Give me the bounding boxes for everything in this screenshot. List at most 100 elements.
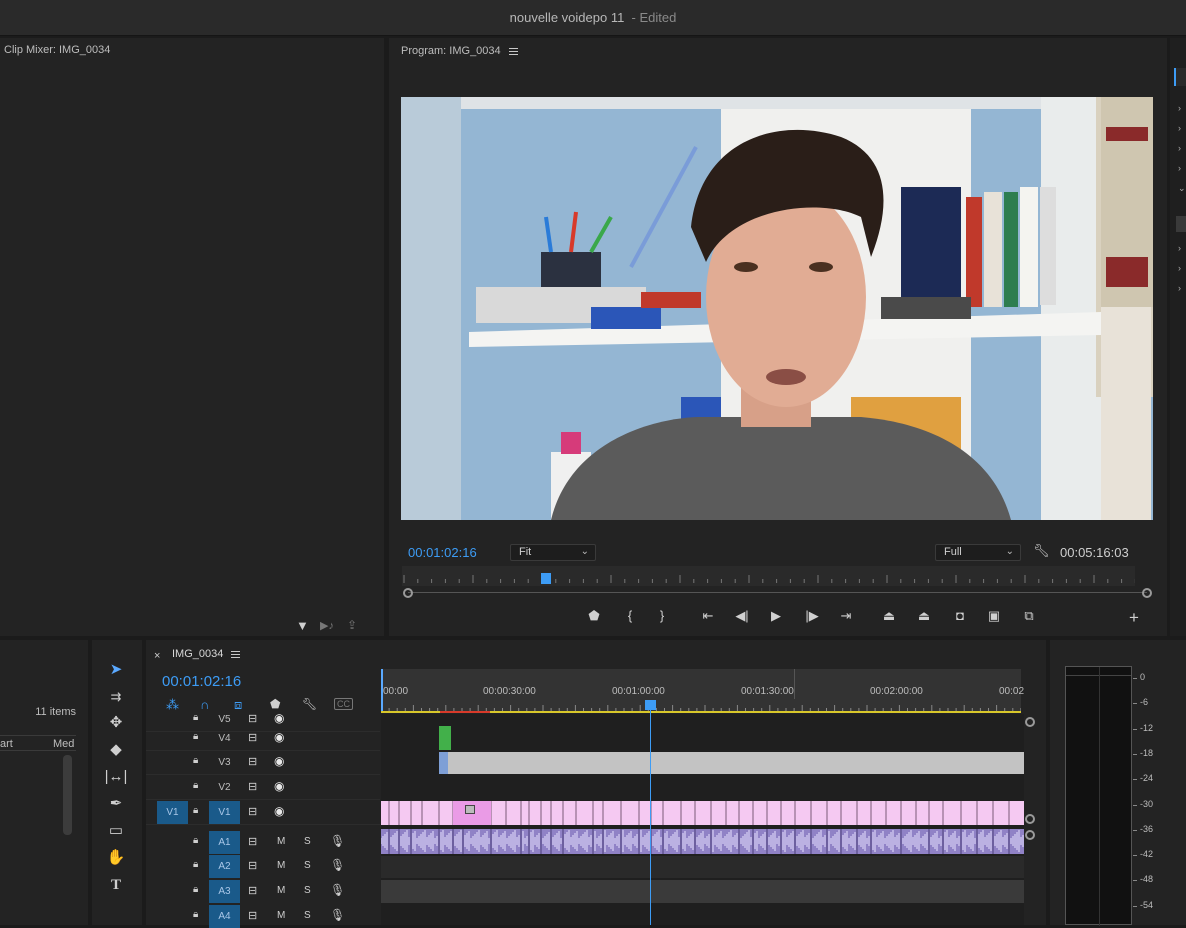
microphone-icon[interactable]: 🎙︎ [330,834,345,848]
rectangle-tool-icon[interactable]: ▭ [104,820,128,842]
zoom-handle-left[interactable] [403,588,413,598]
selection-tool-icon[interactable]: ➤ [104,659,128,681]
column-media[interactable]: Med [53,738,74,750]
lock-icon[interactable]: 🔒︎ [193,835,198,846]
zoom-bar[interactable] [408,592,1147,593]
source-patch-v1[interactable]: V1 [157,801,188,824]
effects-tree-chevrons[interactable]: › › › › ⌄ [1178,98,1186,198]
fit-dropdown[interactable]: Fit ⌄ [510,544,596,561]
lock-icon[interactable]: 🔒︎ [193,859,198,870]
program-current-timecode[interactable]: 00:01:02:16 [408,545,477,560]
mark-out-icon[interactable]: } [652,608,672,623]
lock-icon[interactable]: 🔒︎ [193,755,198,766]
effects-tree-chevrons-2[interactable]: › › › [1178,238,1181,298]
panel-menu-icon[interactable] [231,649,241,660]
lock-icon[interactable]: 🔒︎ [193,909,198,920]
add-marker-icon[interactable]: ⬟ [584,608,604,624]
eye-icon[interactable]: ◉ [274,804,284,818]
column-start[interactable]: art [0,738,13,750]
toggle-proxies-icon[interactable]: ⧉ [1019,608,1039,624]
sync-lock-icon[interactable]: ⊟ [248,909,257,922]
playback-quality-dropdown[interactable]: Full ⌄ [935,544,1021,561]
step-forward-icon[interactable]: |▶ [802,608,822,624]
project-scrollbar[interactable] [63,755,72,835]
eye-icon[interactable]: ◉ [274,754,284,768]
type-tool-icon[interactable]: T [104,874,128,896]
solo-button[interactable]: S [304,885,311,896]
track-scroll-handle-bot[interactable] [1025,830,1035,840]
track-name-a3[interactable]: A3 [209,880,240,903]
v3-clip[interactable] [447,752,1024,774]
sync-lock-icon[interactable]: ⊟ [248,805,257,818]
timeline-tab[interactable]: IMG_0034 [172,648,241,660]
add-marker-icon[interactable]: ⬟ [270,697,280,711]
lift-icon[interactable]: ⏏ [879,608,899,624]
program-mini-timeline[interactable] [402,566,1136,586]
work-area-start[interactable] [381,669,383,711]
track-name-v2[interactable]: V2 [209,776,240,799]
track-name-a1[interactable]: A1 [209,831,240,854]
sync-lock-icon[interactable]: ⊟ [248,731,257,744]
track-name-v4[interactable]: V4 [209,727,240,750]
video-frame[interactable] [401,97,1153,520]
button-editor-icon[interactable]: + [1124,608,1144,628]
panel-menu-icon[interactable] [508,46,518,57]
audio-icon[interactable]: ▶♪ [320,619,334,632]
export-icon[interactable]: ⇪ [347,618,357,632]
track-scroll-handle-mid[interactable] [1025,814,1035,824]
sync-lock-icon[interactable]: ⊟ [248,780,257,793]
microphone-icon[interactable]: 🎙︎ [330,883,345,897]
track-name-a2[interactable]: A2 [209,855,240,878]
eye-icon[interactable]: ◉ [274,711,284,725]
export-frame-icon[interactable]: ◘ [950,608,970,623]
filter-icon[interactable]: ▼ [296,618,309,633]
mute-button[interactable]: M [277,910,285,921]
mute-button[interactable]: M [277,885,285,896]
selected-row[interactable] [1176,216,1186,232]
solo-button[interactable]: S [304,836,311,847]
mini-playhead[interactable] [540,573,551,584]
v3-clip-start[interactable] [439,752,448,774]
comparison-view-icon[interactable]: ▣ [984,608,1004,624]
go-to-out-icon[interactable]: ⇥ [836,608,856,624]
sync-lock-icon[interactable]: ⊟ [248,835,257,848]
track-select-tool-icon[interactable]: ⇉ [104,686,128,708]
ripple-edit-tool-icon[interactable]: ✥ [104,712,128,734]
wrench-icon[interactable]: 🔧︎ [1033,543,1050,559]
a1-audio-clip[interactable] [380,829,1024,854]
mute-button[interactable]: M [277,860,285,871]
captions-icon[interactable]: CC [334,698,353,710]
v4-clip[interactable] [439,726,451,750]
lock-icon[interactable]: 🔒︎ [193,731,198,742]
lock-icon[interactable]: 🔒︎ [193,884,198,895]
sync-lock-icon[interactable]: ⊟ [248,884,257,897]
pen-tool-icon[interactable]: ✒ [104,793,128,815]
timeline-timecode[interactable]: 00:01:02:16 [162,673,241,690]
lock-icon[interactable]: 🔒︎ [193,712,198,723]
wrench-icon[interactable]: 🔧︎ [302,697,317,711]
mute-button[interactable]: M [277,836,285,847]
snap-icon[interactable]: ∩ [200,697,209,712]
extract-icon[interactable]: ⏏ [914,608,934,624]
razor-tool-icon[interactable]: ◆ [104,739,128,761]
lock-icon[interactable]: 🔒︎ [193,805,198,816]
microphone-icon[interactable]: 🎙︎ [330,908,345,922]
sync-lock-icon[interactable]: ⊟ [248,859,257,872]
track-name-v3[interactable]: V3 [209,751,240,774]
mark-in-icon[interactable]: { [620,608,640,623]
solo-button[interactable]: S [304,910,311,921]
search-icon[interactable] [1174,68,1186,86]
zoom-handle-right[interactable] [1142,588,1152,598]
eye-icon[interactable]: ◉ [274,730,284,744]
eye-icon[interactable]: ◉ [274,779,284,793]
go-to-in-icon[interactable]: ⇤ [698,608,718,624]
sync-lock-icon[interactable]: ⊟ [248,755,257,768]
microphone-icon[interactable]: 🎙︎ [330,858,345,872]
track-scroll-handle-top[interactable] [1025,717,1035,727]
slip-tool-icon[interactable]: |↔| [104,766,128,788]
solo-button[interactable]: S [304,860,311,871]
lock-icon[interactable]: 🔒︎ [193,780,198,791]
nest-icon[interactable]: ⁂ [166,697,179,713]
program-monitor-title[interactable]: Program: IMG_0034 [401,45,518,57]
play-icon[interactable]: ▶ [766,608,786,624]
